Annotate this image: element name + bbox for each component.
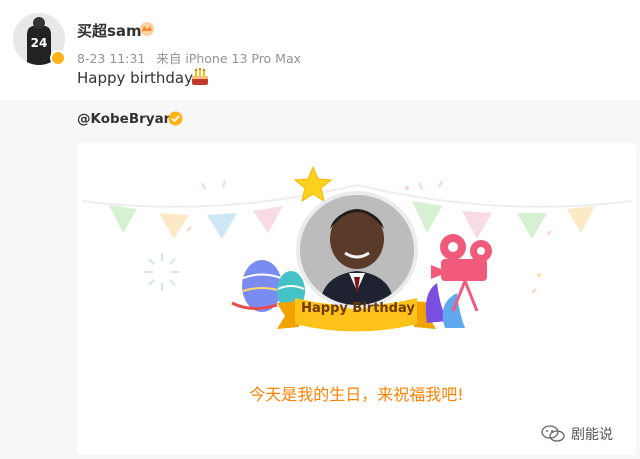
vip-crown-icon: [140, 22, 154, 36]
username[interactable]: 买超sam: [77, 20, 142, 41]
repost-section: @KobeBryant Happy Birthday 今天是我的生日，来祝福我吧…: [0, 100, 640, 459]
bunting-flag: [109, 205, 137, 233]
bunting-flag: [159, 213, 189, 239]
wechat-icon: [541, 425, 565, 442]
birthday-cake-icon: [192, 67, 208, 85]
avatar-jersey-number: 24: [31, 36, 48, 50]
mention-link[interactable]: @KobeBryant: [77, 111, 180, 127]
verified-badge-icon: [168, 111, 183, 126]
bunting-flag: [253, 206, 283, 233]
bunting-flag: [207, 213, 237, 239]
ribbon-label: Happy Birthday: [301, 301, 415, 316]
bunting-flag: [567, 206, 595, 233]
watermark-label: 剧能说: [571, 427, 613, 443]
post-source: 来自 iPhone 13 Pro Max: [156, 51, 302, 66]
bunting-flag: [517, 213, 547, 239]
post-meta: 8-23 11:31 来自 iPhone 13 Pro Max: [77, 48, 308, 67]
sparkle-left: [145, 253, 179, 291]
watermark: 剧能说: [541, 424, 613, 444]
bunting-flag: [462, 211, 492, 239]
verified-badge-icon: [50, 50, 66, 66]
post-date: 8-23 11:31: [77, 51, 146, 66]
movie-camera-icon: [431, 234, 492, 312]
birthday-card[interactable]: Happy Birthday 今天是我的生日，来祝福我吧!: [77, 143, 636, 455]
bunting-flag: [412, 201, 442, 233]
birthday-wish-prompt[interactable]: 今天是我的生日，来祝福我吧!: [77, 381, 636, 405]
child-portrait-image: [300, 195, 414, 305]
profile-photo: [296, 191, 418, 309]
post-header: 24 买超sam 8-23 11:31 来自 iPhone 13 Pro Max…: [0, 0, 640, 100]
post-text: Happy birthday: [77, 69, 193, 87]
